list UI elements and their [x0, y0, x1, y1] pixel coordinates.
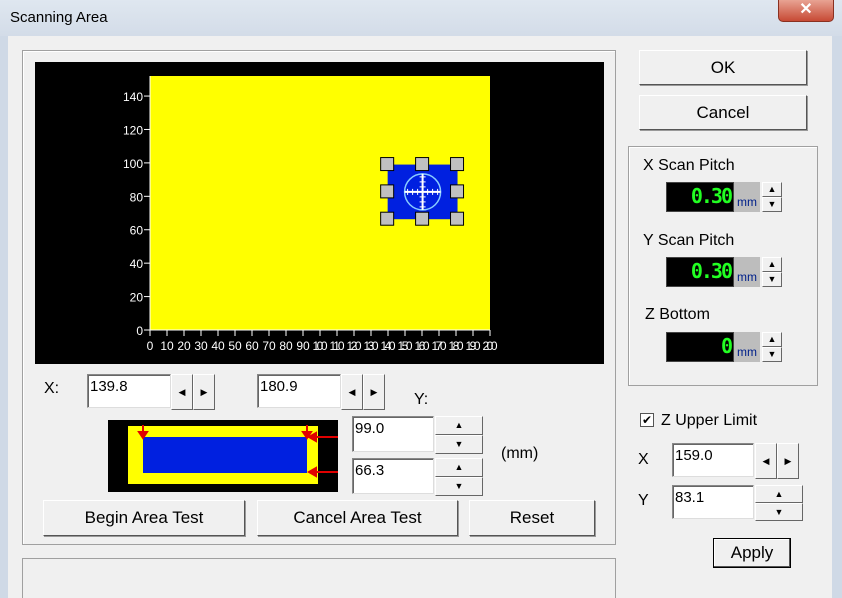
x-tick-label: 120: [347, 339, 362, 353]
resize-handle[interactable]: [415, 157, 430, 172]
x-tick-label: 170: [432, 339, 447, 353]
x-max-decrement[interactable]: ◀: [341, 374, 363, 410]
upper-y-label: Y: [638, 492, 649, 509]
y-max-input[interactable]: 99.0: [352, 416, 434, 452]
resize-handle[interactable]: [450, 157, 465, 172]
resize-handle[interactable]: [450, 184, 465, 199]
x-scan-pitch-up[interactable]: ▲: [762, 182, 782, 197]
x-tick-label: 10: [160, 339, 174, 353]
resize-handle[interactable]: [380, 184, 395, 199]
y-tick-label: 20: [130, 291, 144, 305]
x-tick-label: 100: [313, 339, 328, 353]
x-tick-label: 150: [398, 339, 413, 353]
resize-handle[interactable]: [380, 157, 395, 172]
title-bar: [0, 0, 842, 36]
y-scan-pitch-display[interactable]: 0.30: [666, 257, 734, 287]
y-range-label: Y:: [414, 391, 429, 408]
resize-handle[interactable]: [380, 211, 395, 226]
upper-y-input[interactable]: 83.1: [672, 485, 754, 519]
window-title: Scanning Area: [10, 9, 108, 26]
resize-handle[interactable]: [450, 211, 465, 226]
y-scan-pitch-up[interactable]: ▲: [762, 257, 782, 272]
x-tick-label: 50: [228, 339, 242, 353]
x-max-input[interactable]: 180.9: [257, 374, 341, 408]
y-min-decrement[interactable]: ▼: [435, 477, 483, 496]
y-min-input[interactable]: 66.3: [352, 458, 434, 494]
x-tick-label: 110: [330, 339, 345, 353]
x-tick-label: 70: [262, 339, 276, 353]
x-tick-label: 80: [279, 339, 293, 353]
x-tick-label: 40: [211, 339, 225, 353]
x-min-input[interactable]: 139.8: [87, 374, 171, 408]
x-min-increment[interactable]: ▶: [193, 374, 215, 410]
z-bottom-up[interactable]: ▲: [762, 332, 782, 347]
begin-area-test-button[interactable]: Begin Area Test: [43, 500, 245, 536]
x-tick-label: 190: [466, 339, 481, 353]
upper-x-increment[interactable]: ▶: [777, 443, 799, 479]
upper-x-decrement[interactable]: ◀: [755, 443, 777, 479]
z-bottom-down[interactable]: ▼: [762, 347, 782, 362]
y-max-decrement[interactable]: ▼: [435, 435, 483, 454]
y-scan-pitch-unit: mm: [734, 257, 760, 287]
diagram-selection: [143, 437, 307, 473]
z-upper-limit-label: Z Upper Limit: [661, 412, 758, 429]
reset-button[interactable]: Reset: [469, 500, 595, 536]
x-range-label: X:: [44, 380, 60, 397]
status-bar: [22, 558, 616, 598]
y-tick-label: 100: [123, 157, 143, 171]
upper-y-decrement[interactable]: ▼: [755, 503, 803, 521]
x-tick-label: 0: [147, 339, 154, 353]
unit-label: (mm): [501, 445, 539, 462]
x-tick-label: 180: [449, 339, 464, 353]
y-min-increment[interactable]: ▲: [435, 458, 483, 477]
x-tick-label: 130: [364, 339, 379, 353]
x-scan-pitch-down[interactable]: ▼: [762, 197, 782, 212]
y-scan-pitch-label: Y Scan Pitch: [643, 232, 735, 249]
upper-x-input[interactable]: 159.0: [672, 443, 754, 477]
y-tick-label: 0: [136, 324, 143, 338]
cancel-area-test-button[interactable]: Cancel Area Test: [257, 500, 458, 536]
y-tick-label: 80: [130, 190, 144, 204]
y-tick-label: 40: [130, 257, 144, 271]
upper-y-increment[interactable]: ▲: [755, 485, 803, 503]
y-tick-label: 60: [130, 224, 144, 238]
scan-area-plot[interactable]: 0 10 20 30 40 50 60 70 80 90 100 110 120 130 140 150 160…: [35, 62, 604, 364]
window-frame-left: [0, 36, 8, 598]
x-max-increment[interactable]: ▶: [363, 374, 385, 410]
y-tick-label: 120: [123, 123, 143, 137]
x-scan-pitch-label: X Scan Pitch: [643, 157, 735, 174]
y-scan-pitch-down[interactable]: ▼: [762, 272, 782, 287]
z-bottom-display[interactable]: 0: [666, 332, 734, 362]
scan-area-chart[interactable]: 0 10 20 30 40 50 60 70 80 90 100 110 120 130 140 150 160…: [35, 62, 604, 364]
area-diagram: [108, 420, 338, 492]
x-tick-label: 200: [483, 339, 498, 353]
z-upper-limit-checkbox[interactable]: ✔: [640, 413, 654, 427]
window-frame-right: [832, 36, 842, 598]
z-bottom-label: Z Bottom: [645, 306, 710, 323]
resize-handle[interactable]: [415, 211, 430, 226]
x-tick-label: 30: [194, 339, 208, 353]
close-button[interactable]: ✕: [778, 0, 834, 22]
z-bottom-unit: mm: [734, 332, 760, 362]
x-tick-label: 90: [296, 339, 310, 353]
cancel-button[interactable]: Cancel: [639, 95, 807, 130]
x-min-decrement[interactable]: ◀: [171, 374, 193, 410]
x-tick-label: 140: [381, 339, 396, 353]
x-tick-label: 60: [245, 339, 259, 353]
x-tick-label: 20: [177, 339, 191, 353]
y-max-increment[interactable]: ▲: [435, 416, 483, 435]
y-tick-label: 140: [123, 90, 143, 104]
ok-button[interactable]: OK: [639, 50, 807, 85]
x-scan-pitch-unit: mm: [734, 182, 760, 212]
x-scan-pitch-display[interactable]: 0.30: [666, 182, 734, 212]
x-tick-label: 160: [415, 339, 430, 353]
upper-x-label: X: [638, 451, 649, 468]
apply-button[interactable]: Apply: [713, 538, 791, 568]
